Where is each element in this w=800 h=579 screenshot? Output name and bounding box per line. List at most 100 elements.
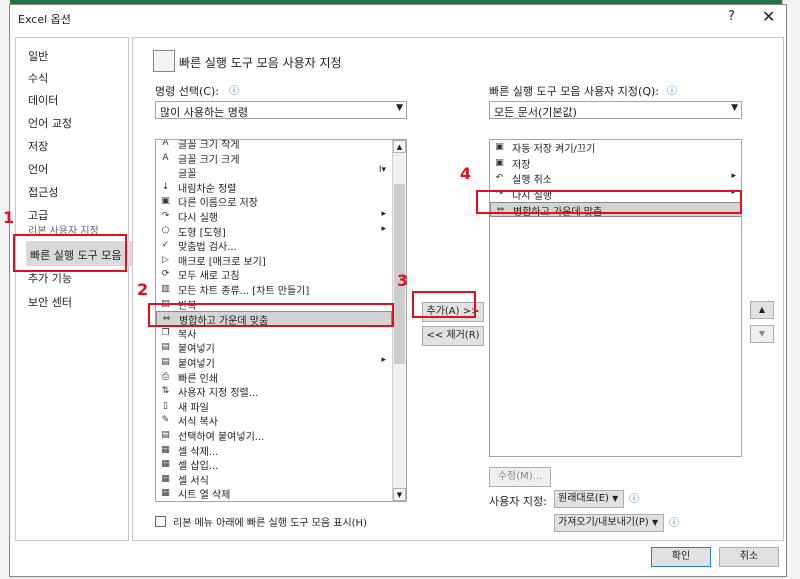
nav-item[interactable]: 수식 [16, 66, 128, 88]
list-item[interactable]: ▣ 다른 이름으로 저장 [156, 194, 392, 209]
chevron-down-icon: ▼ [652, 518, 659, 527]
list-item-label: 붙여넣기 [178, 359, 215, 370]
nav-item[interactable]: 언어 [16, 157, 128, 179]
move-down-button[interactable]: ▼ [750, 325, 774, 343]
nav-item[interactable]: 일반 [16, 44, 128, 66]
list-item[interactable]: ⇅ 사용자 지정 정렬... [156, 384, 392, 399]
list-item[interactable]: ▤ 붙여넣기 ▸ [156, 355, 392, 370]
list-item-label: 매크로 [매크로 보기] [178, 256, 266, 268]
redo-icon: ↷ [161, 211, 170, 221]
submenu-arrow-icon: I▾ [378, 165, 386, 176]
list-item[interactable]: A 글꼴 크기 크게 [156, 151, 392, 166]
scroll-down-arrow-icon[interactable]: ▼ [393, 488, 406, 501]
list-item-label: 붙여넣기 [178, 344, 215, 356]
annotation-number-2: 2 [137, 280, 149, 299]
toolbar-items-list[interactable]: ▣ 자동 저장 켜기/끄기 ▣ 저장 ↶ 실행 취소 ▸ ↷ 다시 실행 ▸ ⇔ 병합하고 가운데 맞… [489, 139, 742, 457]
reset-button[interactable]: 원래대로(E) ▼ [554, 490, 624, 508]
list-item[interactable]: ↓ 내림차순 정렬 [156, 180, 392, 195]
commands-scrollbar[interactable]: ▲ ▼ [392, 140, 406, 501]
info-icon: ⓘ [629, 494, 639, 505]
list-item[interactable]: ▯ 새 파일 [156, 399, 392, 414]
list-item-label: 모든 차트 종류... [차트 만들기] [178, 286, 310, 297]
new-file-icon: ▯ [163, 400, 168, 411]
list-item-label: 글꼴 [178, 169, 197, 181]
cancel-button[interactable]: 취소 [719, 547, 779, 567]
nav-item[interactable]: 저장 [16, 134, 128, 156]
list-item-label: 서식 복사 [178, 417, 218, 429]
list-item-label: 다른 이름으로 저장 [178, 198, 258, 210]
nav-item[interactable]: 접근성 [16, 180, 128, 202]
refresh-all-icon: ⟳ [161, 269, 170, 280]
submenu-arrow-icon: ▸ [731, 171, 736, 181]
list-item[interactable]: ↶ 실행 취소 ▸ [490, 171, 741, 186]
ok-button[interactable]: 확인 [651, 547, 711, 567]
shape-icon: ⬠ [161, 225, 170, 236]
list-item-label: 빠른 인쇄 [178, 373, 218, 385]
show-below-ribbon-checkbox[interactable] [155, 516, 166, 527]
close-button[interactable]: ✕ [762, 7, 775, 26]
remove-button[interactable]: << 제거(R) [422, 326, 484, 346]
annotation-box-3 [412, 291, 476, 318]
list-item-label: 도형 [도형] [178, 227, 226, 239]
all-charts-icon: ▥ [161, 284, 170, 294]
print-icon: ⎙ [161, 371, 170, 382]
submenu-arrow-icon: ▸ [381, 209, 386, 219]
list-item-label: 자동 저장 켜기/끄기 [512, 144, 596, 155]
move-up-button[interactable]: ▲ [750, 301, 774, 319]
list-item[interactable]: ↷ 다시 실행 ▸ [156, 209, 392, 224]
annotation-number-4: 4 [460, 164, 472, 183]
import-export-button[interactable]: 가져오기/내보내기(P) ▼ [554, 514, 664, 532]
commands-dropdown-value: 많이 사용하는 명령 [160, 106, 248, 119]
paste-special-icon: ▤ [161, 430, 170, 440]
annotation-number-3: 3 [397, 271, 409, 290]
help-button[interactable]: ? [728, 9, 735, 24]
list-item[interactable]: ▤ 선택하여 붙여넣기... [156, 428, 392, 443]
quick-access-toolbar-icon [153, 50, 175, 72]
list-item-label: 사용자 지정 정렬... [178, 388, 259, 400]
info-icon: ⓘ [669, 518, 679, 529]
list-item[interactable]: ⟳ 모두 새로 고침 [156, 267, 392, 282]
list-item[interactable]: ▦ 셀 서식 [156, 472, 392, 487]
chevron-down-icon: ▼ [396, 103, 403, 113]
paste-options-icon: ▤ [161, 357, 170, 367]
nav-item[interactable]: 보안 센터 [16, 290, 128, 312]
customize-label: 빠른 실행 도구 모음 사용자 지정(Q): [489, 85, 659, 98]
customizations-label: 사용자 지정: [489, 495, 547, 508]
list-item[interactable]: ▦ 셀 삽입... [156, 457, 392, 472]
info-icon: ⓘ [667, 86, 677, 97]
list-item[interactable]: ▥ 모든 차트 종류... [차트 만들기] [156, 282, 392, 297]
list-item[interactable]: ⎙ 빠른 인쇄 [156, 370, 392, 385]
font-icon [159, 166, 172, 178]
list-item[interactable]: ❐ 복사 [156, 326, 392, 341]
annotation-number-1: 1 [3, 208, 15, 227]
save-icon: ▣ [495, 157, 504, 168]
list-item[interactable]: ⬠ 도형 [도형] ▸ [156, 224, 392, 239]
customize-dropdown[interactable]: 모든 문서(기본값) ▼ [489, 101, 742, 119]
chevron-down-icon: ▼ [731, 103, 738, 113]
annotation-box-1 [13, 234, 127, 272]
chevron-down-icon: ▼ [612, 494, 619, 503]
list-item[interactable]: A 글꼴 크기 작게 [156, 140, 392, 151]
custom-sort-icon: ⇅ [161, 386, 170, 397]
modify-button[interactable]: 수정(M)... [489, 467, 551, 487]
nav-item[interactable]: 데이터 [16, 88, 128, 110]
list-item[interactable]: ▣ 자동 저장 켜기/끄기 [490, 140, 741, 155]
list-item-label: 선택하여 붙여넣기... [178, 432, 265, 443]
excel-options-dialog: Excel 옵션 ? ✕ 일반 수식 데이터 언어 교정 저장 언어 접근성 고급 리본 사용자… [9, 4, 787, 577]
list-item[interactable]: ✎ 서식 복사 [156, 413, 392, 428]
import-export-label: 가져오기/내보내기(P) [558, 517, 649, 528]
format-cells-icon: ▦ [161, 473, 170, 484]
list-item-label: 다시 실행 [178, 213, 218, 224]
list-item[interactable]: ▦ 셀 삭제... [156, 443, 392, 458]
annotation-box-4 [476, 190, 742, 214]
list-item[interactable]: ▤ 붙여넣기 [156, 340, 392, 355]
list-item[interactable]: 글꼴 I▾ [156, 165, 392, 180]
scroll-up-arrow-icon[interactable]: ▲ [393, 140, 406, 153]
nav-item[interactable]: 언어 교정 [16, 111, 128, 133]
list-item[interactable]: ▦ 시트 열 삭제 [156, 486, 392, 501]
commands-dropdown[interactable]: 많이 사용하는 명령 ▼ [155, 101, 407, 119]
list-item[interactable]: ✓ 맞춤법 검사... [156, 238, 392, 253]
list-item-label: 내림차순 정렬 [178, 183, 237, 195]
list-item[interactable]: ▣ 저장 [490, 156, 741, 171]
list-item[interactable]: ▷ 매크로 [매크로 보기] [156, 253, 392, 268]
